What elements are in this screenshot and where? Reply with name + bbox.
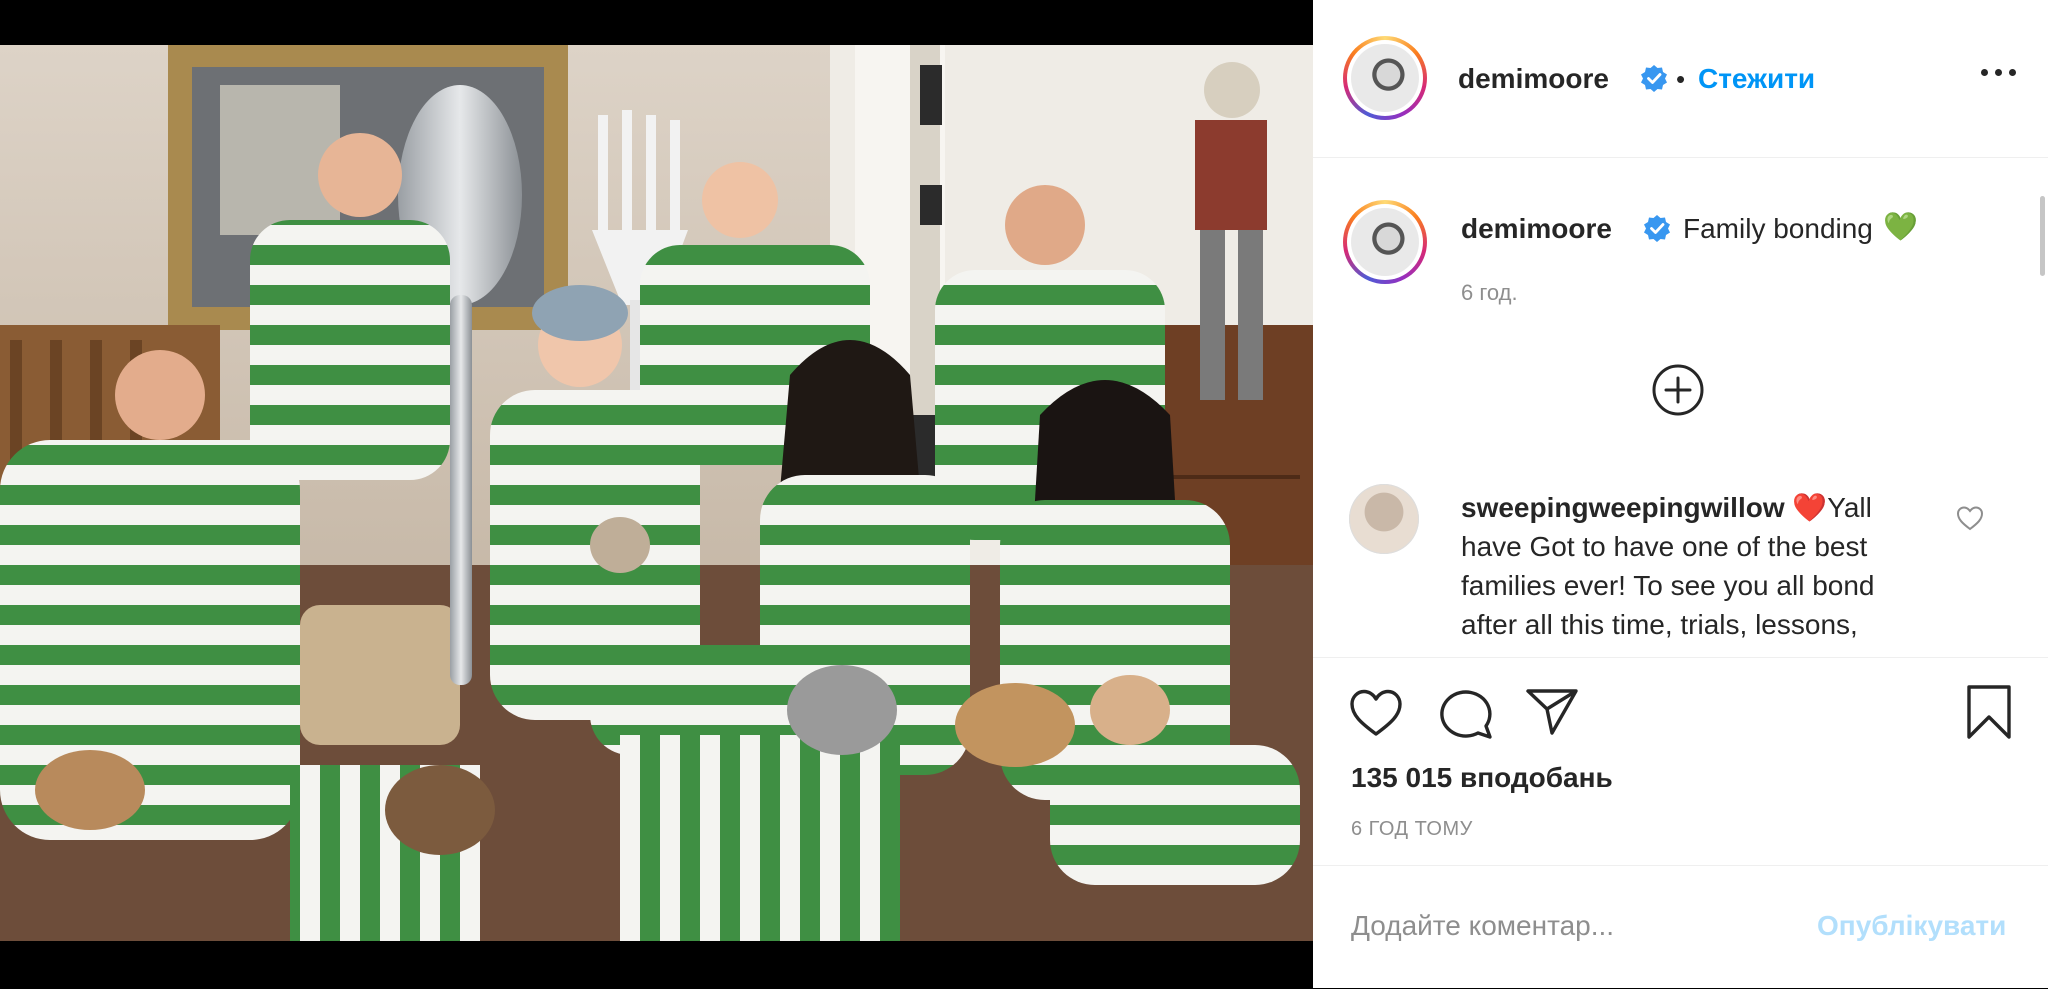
comments-scrollbar[interactable] (2040, 196, 2045, 276)
verified-badge-icon (1644, 215, 1670, 242)
likes-count[interactable]: 135 015 вподобань (1351, 762, 1613, 794)
caption-text: Family bonding (1683, 213, 1873, 244)
add-comment-section: Опублікувати (1313, 865, 2048, 989)
comment-item: sweepingweepingwillow ❤️Yall have Got to… (1313, 470, 2048, 657)
header-username[interactable]: demimoore (1458, 63, 1609, 95)
comments-list[interactable]: sweepingweepingwillow ❤️Yall have Got to… (1313, 470, 2048, 657)
avatar-photo (1351, 44, 1419, 112)
bookmark-icon[interactable] (1965, 684, 2013, 740)
follow-button[interactable]: Стежити (1698, 63, 1815, 95)
post-viewer: demimoore • Стежити demimoore Family bon… (0, 0, 2048, 988)
comment-input[interactable] (1351, 906, 1831, 946)
author-avatar[interactable] (1343, 36, 1427, 120)
more-dot (1981, 69, 1988, 76)
small-heart-icon[interactable] (1956, 505, 1984, 531)
more-dot (2009, 69, 2016, 76)
avatar-photo (1351, 208, 1419, 276)
caption-username[interactable]: demimoore (1461, 213, 1612, 245)
publish-button[interactable]: Опублікувати (1817, 910, 2006, 942)
comment-body: sweepingweepingwillow ❤️Yall have Got to… (1461, 488, 1931, 644)
more-options-icon[interactable] (1979, 60, 2019, 84)
post-header: demimoore • Стежити (1313, 0, 2048, 158)
red-heart-emoji: ❤️ (1792, 492, 1828, 523)
paper-plane-icon[interactable] (1525, 687, 1579, 737)
post-side-panel: demimoore • Стежити demimoore Family bon… (1313, 0, 2048, 988)
more-dot (1995, 69, 2002, 76)
comment-bubble-icon[interactable] (1438, 686, 1494, 740)
post-photo[interactable] (0, 45, 1313, 941)
verified-badge-icon (1641, 65, 1667, 92)
caption-timestamp[interactable]: 6 год. (1461, 280, 1518, 306)
green-heart-emoji: 💚 (1883, 211, 1918, 242)
follow-separator: • (1676, 64, 1686, 94)
commenter-username[interactable]: sweepingweepingwillow (1461, 492, 1785, 523)
post-timestamp[interactable]: 6 ГОД ТОМУ (1351, 818, 1473, 841)
avatar-ring-inner (1347, 204, 1423, 280)
commenter-avatar[interactable] (1349, 484, 1419, 554)
family-photo-illustration (0, 45, 1313, 941)
post-actions: 135 015 вподобань 6 ГОД ТОМУ (1313, 657, 2048, 866)
caption-avatar[interactable] (1343, 200, 1427, 284)
load-more-comments-icon[interactable] (1651, 363, 1705, 417)
avatar-ring-inner (1347, 40, 1423, 116)
heart-icon[interactable] (1349, 688, 1403, 738)
